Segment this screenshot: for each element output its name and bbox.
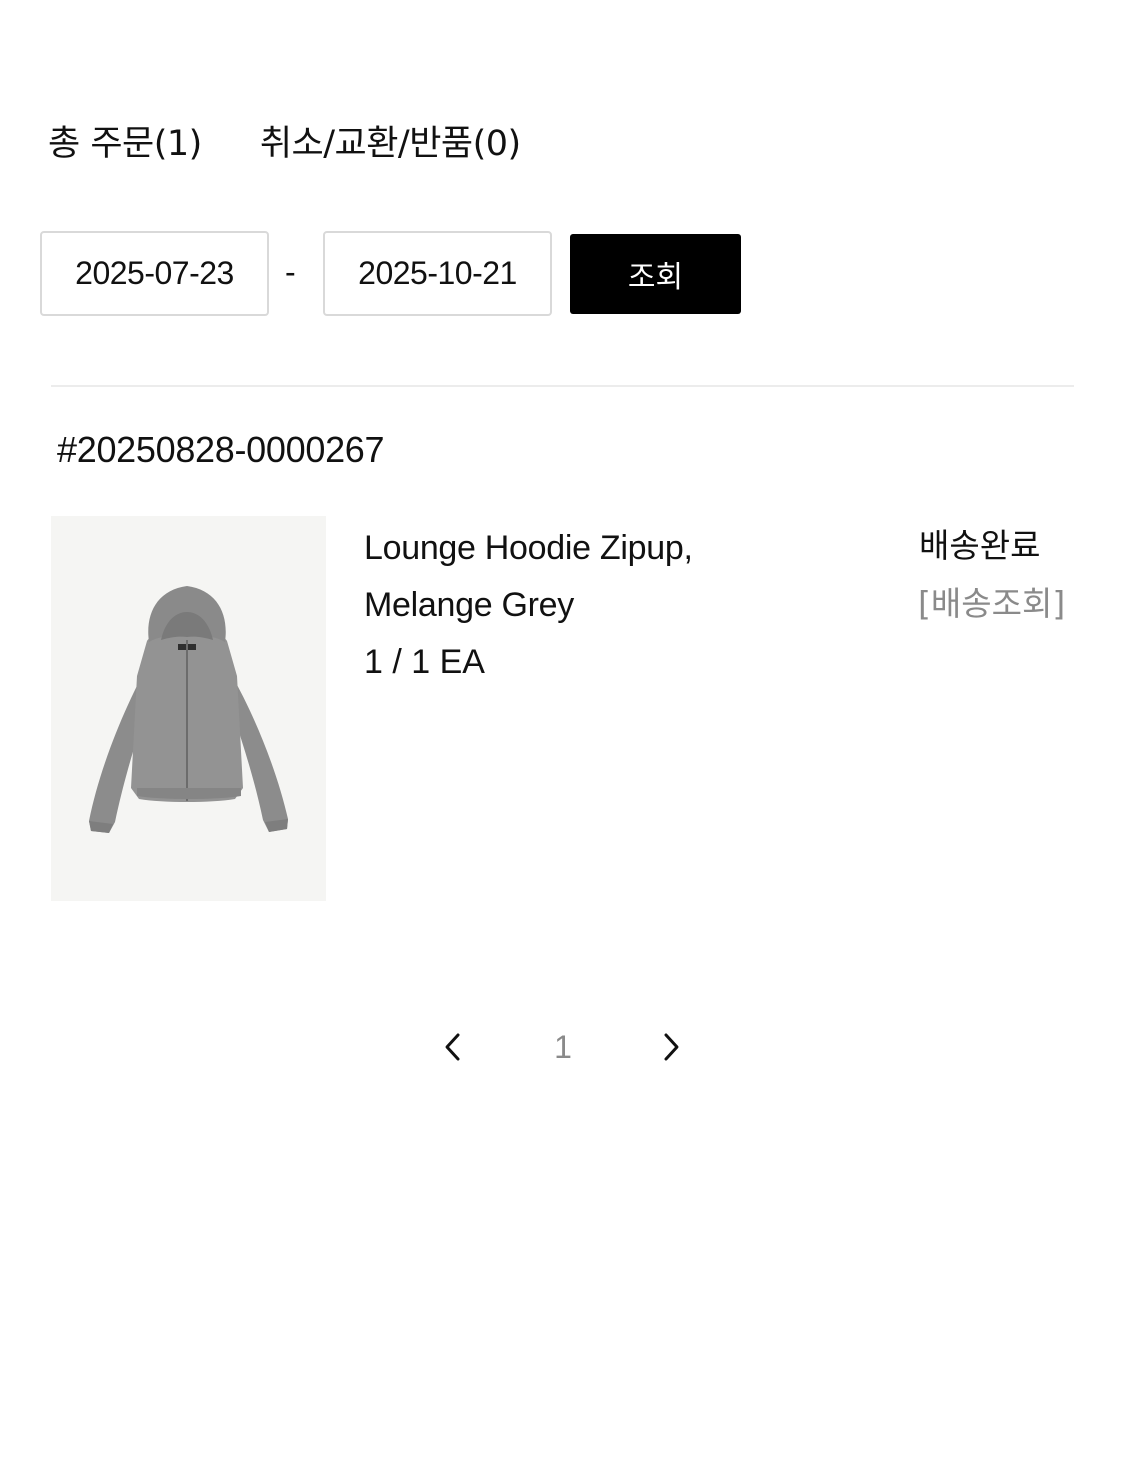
pagination: 1: [0, 1022, 1125, 1072]
divider: [51, 385, 1074, 387]
tab-cancel-exchange-return[interactable]: 취소/교환/반품(0): [260, 118, 521, 170]
chevron-right-icon[interactable]: [656, 1030, 686, 1064]
product-image[interactable]: [51, 516, 326, 901]
product-name-line2: Melange Grey: [364, 586, 574, 624]
order-status: 배송완료: [919, 526, 1041, 565]
product-name[interactable]: Lounge Hoodie Zipup, Melange Grey: [364, 520, 804, 634]
date-separator: -: [285, 254, 296, 290]
order-tabs: 총 주문(1) 취소/교환/반품(0): [48, 118, 521, 170]
search-button[interactable]: 조회: [570, 234, 741, 314]
chevron-left-icon[interactable]: [438, 1030, 468, 1064]
product-quantity: 1 / 1 EA: [364, 643, 485, 681]
tracking-link[interactable]: [배송조회]: [918, 578, 1065, 630]
date-from-input[interactable]: [40, 231, 269, 316]
page-number-current[interactable]: 1: [548, 1024, 578, 1070]
order-number: #20250828-0000267: [57, 429, 385, 470]
product-name-line1: Lounge Hoodie Zipup,: [364, 529, 693, 567]
date-to-input[interactable]: [323, 231, 552, 316]
hoodie-image: [89, 586, 288, 833]
tab-all-orders[interactable]: 총 주문(1): [48, 118, 202, 170]
